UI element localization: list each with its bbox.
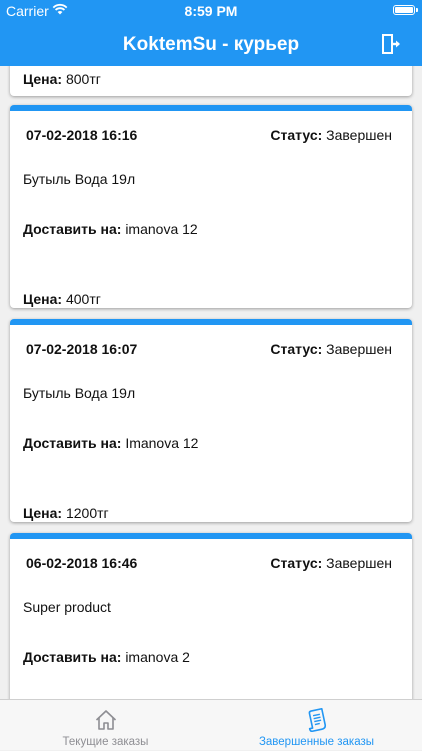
- page-title: KoktemSu - курьер: [122, 34, 300, 55]
- order-card[interactable]: Цена: 800тг: [10, 66, 412, 96]
- order-date: 07-02-2018 16:07: [26, 341, 138, 357]
- order-status: Статус: Завершен: [270, 341, 392, 357]
- price-label: Цена:: [23, 291, 63, 307]
- home-icon: [95, 710, 117, 730]
- price-row: Цена: 400тг: [23, 291, 101, 307]
- order-card[interactable]: 06-02-2018 16:46 Статус: Завершен Super …: [10, 533, 412, 699]
- order-card[interactable]: 07-02-2018 16:07 Статус: Завершен Бутыль…: [10, 319, 412, 522]
- status-label: Статус:: [270, 127, 323, 143]
- price-label: Цена:: [23, 71, 63, 87]
- tab-completed-orders[interactable]: Завершенные заказы: [211, 700, 422, 751]
- price-value: 1200тг: [65, 505, 109, 521]
- price-value: 800тг: [65, 71, 101, 87]
- deliver-value: imanova 12: [125, 221, 198, 237]
- tab-current-orders[interactable]: Текущие заказы: [0, 700, 211, 751]
- order-status: Статус: Завершен: [270, 127, 392, 143]
- receipt-icon: [308, 708, 327, 732]
- battery-icon: [393, 5, 418, 15]
- tab-label: Завершенные заказы: [258, 736, 375, 748]
- delivery-address: Доставить на: imanova 12: [23, 221, 198, 237]
- deliver-value: imanova 2: [125, 649, 190, 665]
- status-value: Завершен: [326, 555, 392, 571]
- logout-icon[interactable]: [380, 33, 402, 55]
- product-name: Бутыль Вода 19л: [23, 171, 136, 187]
- tab-bar: Текущие заказы Завершенные заказы: [0, 699, 422, 750]
- app-header: Carrier 8:59 PM KoktemSu - курьер: [0, 0, 422, 66]
- delivery-address: Доставить на: imanova 2: [23, 649, 190, 665]
- product-name: Бутыль Вода 19л: [23, 385, 136, 401]
- status-label: Статус:: [270, 341, 323, 357]
- status-value: Завершен: [326, 127, 392, 143]
- deliver-value: Imanova 12: [125, 435, 199, 451]
- tab-label: Текущие заказы: [62, 736, 149, 748]
- price-label: Цена:: [23, 505, 63, 521]
- price-row: Цена: 1200тг: [23, 505, 109, 521]
- deliver-label: Доставить на:: [23, 435, 122, 451]
- status-time: 8:59 PM: [184, 3, 238, 19]
- order-card[interactable]: 07-02-2018 16:16 Статус: Завершен Бутыль…: [10, 105, 412, 308]
- delivery-address: Доставить на: Imanova 12: [23, 435, 198, 451]
- status-bar: Carrier 8:59 PM: [0, 0, 422, 22]
- orders-list[interactable]: Цена: 800тг 07-02-2018 16:16 Статус: Зав…: [0, 66, 422, 699]
- order-date: 06-02-2018 16:46: [26, 555, 138, 571]
- price-row: Цена: 800тг: [23, 71, 101, 87]
- status-value: Завершен: [326, 341, 392, 357]
- order-date: 07-02-2018 16:16: [26, 127, 138, 143]
- order-status: Статус: Завершен: [270, 555, 392, 571]
- product-name: Super product: [23, 599, 111, 615]
- status-label: Статус:: [270, 555, 323, 571]
- price-value: 400тг: [65, 291, 101, 307]
- deliver-label: Доставить на:: [23, 221, 122, 237]
- deliver-label: Доставить на:: [23, 649, 122, 665]
